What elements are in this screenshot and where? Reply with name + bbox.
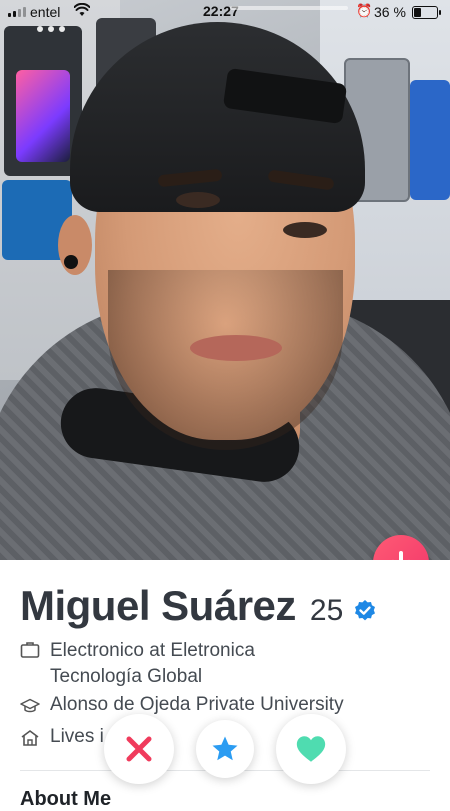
carrier-name: entel: [30, 4, 61, 20]
ear-gauge: [64, 255, 78, 269]
phone-case-display: [410, 80, 450, 200]
briefcase-icon: [20, 642, 40, 658]
verified-badge-icon: [355, 600, 376, 621]
mouth: [190, 335, 282, 361]
star-icon: [212, 736, 238, 761]
graduation-cap-icon: [20, 698, 40, 713]
name-row: Miguel Suárez 25: [20, 582, 377, 630]
profile-name: Miguel Suárez: [20, 582, 296, 629]
eye: [176, 192, 220, 208]
photo-progress-bar: [230, 6, 348, 10]
like-button[interactable]: [276, 714, 346, 784]
eye: [283, 222, 327, 238]
nope-button[interactable]: [104, 714, 174, 784]
profile-photo[interactable]: [0, 0, 450, 560]
super-like-button[interactable]: [196, 720, 254, 778]
x-icon: [126, 736, 152, 762]
lives-text: Lives i: [50, 726, 104, 747]
job-text: Electronico at Eletronica Tecnología Glo…: [50, 638, 255, 690]
signal-icon: [8, 7, 26, 17]
job-company: Tecnología Global: [50, 666, 203, 687]
battery-percent: 36 %: [374, 4, 406, 20]
school-row: Alonso de Ojeda Private University: [20, 694, 344, 716]
job-title: Electronico at Eletronica: [50, 640, 255, 661]
photo-menu-icon[interactable]: [37, 26, 65, 32]
battery-icon: [412, 6, 441, 19]
alarm-icon: ⏰: [356, 3, 373, 18]
heart-icon: [296, 736, 326, 762]
profile-age: 25: [309, 594, 344, 627]
status-bar: entel 22:27 ⏰ 36 %: [0, 0, 450, 24]
school-name: Alonso de Ojeda Private University: [50, 694, 344, 715]
home-icon: [21, 730, 39, 746]
job-row: Electronico at Eletronica Tecnología Glo…: [20, 638, 255, 690]
wifi-icon: [74, 3, 90, 16]
